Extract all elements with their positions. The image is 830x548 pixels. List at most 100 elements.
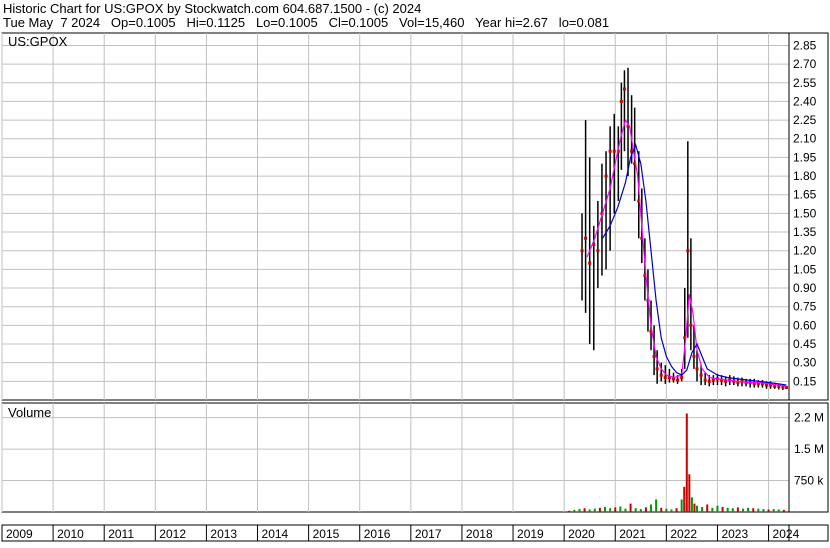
chart-canvas: Historic Chart for US:GPOX by Stockwatch… <box>0 0 830 543</box>
volume-bar <box>634 508 637 512</box>
year-tick-label: 2012 <box>159 527 186 541</box>
chart-title-line-1: Historic Chart for US:GPOX by Stockwatch… <box>3 1 421 16</box>
close-marker <box>619 99 623 103</box>
stock-chart: Historic Chart for US:GPOX by Stockwatch… <box>0 0 830 543</box>
price-tick-label: 2.70 <box>793 57 817 71</box>
close-marker <box>652 354 656 358</box>
price-tick-label: 1.95 <box>793 150 817 164</box>
volume-bar <box>688 474 691 512</box>
volume-frame <box>1 402 829 513</box>
volume-bar <box>742 508 745 512</box>
year-tick-label: 2015 <box>313 527 340 541</box>
price-tick-label: 2.25 <box>793 113 817 127</box>
volume-bar <box>614 507 617 512</box>
year-tick-label: 2020 <box>568 527 595 541</box>
year-tick-label: 2022 <box>670 527 697 541</box>
volume-bar <box>573 509 576 512</box>
price-tick-label: 0.30 <box>793 356 817 370</box>
volume-bar <box>609 508 612 512</box>
volume-bar <box>757 508 760 512</box>
close-marker <box>584 236 588 240</box>
year-tick-label: 2011 <box>108 527 134 541</box>
year-tick-label: 2014 <box>262 527 289 541</box>
close-marker <box>689 323 693 327</box>
year-tick-label: 2016 <box>364 527 391 541</box>
volume-tick-label: 1.5 M <box>794 442 824 456</box>
close-marker <box>686 249 690 253</box>
volume-bar <box>598 507 601 512</box>
close-marker <box>612 149 616 153</box>
close-marker <box>604 174 608 178</box>
close-marker <box>680 376 684 380</box>
price-tick-label: 1.05 <box>793 262 817 276</box>
volume-bar <box>665 508 668 512</box>
volume-bar <box>578 509 581 512</box>
close-marker <box>703 378 707 382</box>
volume-bar <box>683 486 686 512</box>
close-marker <box>676 378 680 382</box>
close-marker <box>622 87 626 91</box>
price-tick-label: 0.60 <box>793 318 817 332</box>
chart-title-line-2: Tue May 7 2024 Op=0.1005 Hi=0.1125 Lo=0.… <box>3 15 609 30</box>
price-tick-label: 1.65 <box>793 188 817 202</box>
year-tick-label: 2009 <box>6 527 33 541</box>
year-tick-label: 2024 <box>773 527 800 541</box>
price-tick-label: 2.10 <box>793 132 817 146</box>
volume-bar <box>701 506 704 512</box>
volume-bar <box>588 509 591 512</box>
close-marker <box>711 378 715 382</box>
volume-bar <box>762 509 765 512</box>
volume-bar <box>736 507 739 512</box>
volume-bar <box>696 505 699 512</box>
volume-bar <box>767 509 770 512</box>
close-marker <box>659 373 663 377</box>
volume-bar <box>644 507 647 512</box>
volume-bar <box>752 508 755 512</box>
price-tick-label: 2.40 <box>793 94 817 108</box>
close-marker <box>699 373 703 377</box>
volume-bar <box>782 509 785 512</box>
price-tick-label: 1.35 <box>793 225 817 239</box>
price-frame <box>1 32 829 401</box>
year-tick-label: 2023 <box>721 527 748 541</box>
price-tick-label: 2.85 <box>793 38 817 52</box>
price-tick-label: 0.45 <box>793 337 817 351</box>
volume-title: Volume <box>8 405 51 420</box>
volume-bar <box>639 509 642 512</box>
year-tick-label: 2018 <box>466 527 493 541</box>
volume-bar <box>624 508 627 512</box>
close-marker <box>588 261 592 265</box>
volume-bar <box>568 510 571 512</box>
volume-bar <box>716 505 719 512</box>
year-axis: 2009 2010 2011 2012 2013 2014 2015 2016 2017 2018… <box>1 524 829 542</box>
year-tick-label: 2017 <box>415 527 442 541</box>
close-marker <box>707 379 711 383</box>
close-marker <box>608 149 612 153</box>
volume-bar <box>655 499 658 512</box>
year-tick-label: 2021 <box>619 527 646 541</box>
volume-bar <box>593 508 596 512</box>
price-tick-label: 0.15 <box>793 374 817 388</box>
volume-bar <box>680 499 683 512</box>
close-marker <box>695 367 699 371</box>
symbol-label: US:GPOX <box>8 34 68 49</box>
volume-bar <box>726 507 729 512</box>
volume-bar <box>693 503 696 512</box>
volume-bar <box>629 503 632 512</box>
year-tick-label: 2019 <box>517 527 544 541</box>
price-panel: 0.15 0.30 0.45 0.60 0.75 0.90 1.05 1.20 1.35 1.50… <box>1 32 829 401</box>
volume-bar <box>777 509 780 512</box>
volume-bar <box>685 413 688 512</box>
price-tick-label: 0.75 <box>793 300 817 314</box>
close-marker <box>580 249 584 253</box>
volume-bar <box>747 507 750 512</box>
close-marker <box>596 249 600 253</box>
close-marker <box>663 376 667 380</box>
price-tick-label: 0.90 <box>793 281 817 295</box>
close-marker <box>655 367 659 371</box>
price-tick-label: 2.55 <box>793 76 817 90</box>
volume-bar <box>660 507 663 512</box>
volume-bar <box>650 504 653 512</box>
volume-bar <box>706 504 709 512</box>
volume-tick-label: 750 k <box>794 474 824 488</box>
